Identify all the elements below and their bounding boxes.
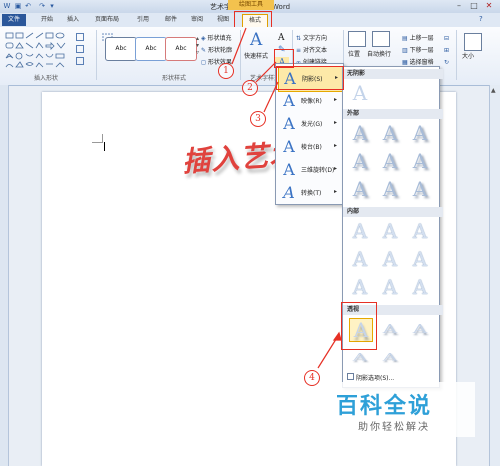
annotation-number-2: 2 xyxy=(242,80,258,96)
annotation-number-3: 3 xyxy=(250,111,266,127)
watermark-subtitle: 助你轻松解决 xyxy=(358,422,430,433)
watermark: 百科全说 助你轻松解决 xyxy=(330,382,475,437)
annotation-number-1: 1 xyxy=(218,63,234,79)
annotation-number-4: 4 xyxy=(304,370,320,386)
watermark-title: 百科全说 xyxy=(336,394,433,419)
